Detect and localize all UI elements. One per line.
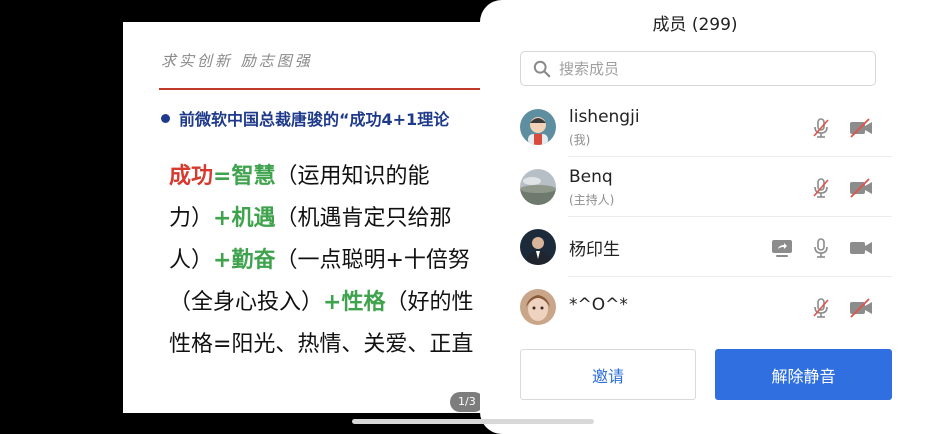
panel-title: 成员 (299) [652, 15, 738, 35]
camera-off-icon[interactable] [848, 117, 874, 139]
home-indicator[interactable] [352, 419, 594, 424]
slide-divider [159, 88, 498, 90]
member-name: Benq [569, 167, 613, 187]
slide-term-success: 成功 [169, 164, 214, 189]
slide-text: （全身心投入） [169, 290, 324, 315]
invite-button[interactable]: 邀请 [520, 349, 696, 400]
member-name: lishengji [569, 107, 640, 127]
search-input[interactable] [557, 58, 861, 79]
slide-line-4: （全身心投入）+性格（好的性 [169, 284, 473, 316]
bullet-dot-icon [161, 114, 170, 123]
avatar [520, 109, 556, 145]
slide-text: （运用知识的能 [275, 164, 430, 189]
slide-line-1: 成功=智慧（运用知识的能 [169, 158, 429, 190]
slide-term-opportunity: +机遇 [213, 206, 276, 231]
slide-equals: = [213, 164, 232, 189]
slide-line-2: 力）+机遇（机遇肯定只给那 [169, 200, 451, 232]
slide-text: 力） [169, 206, 214, 231]
mic-muted-icon[interactable] [810, 297, 832, 319]
member-name: *^O^* [569, 295, 628, 315]
slide-line-3: 人）+勤奋（一点聪明+十倍努 [169, 242, 470, 274]
search-icon [533, 60, 551, 77]
slide-text: （一点聪明+十倍努 [275, 248, 470, 273]
camera-off-icon[interactable] [848, 177, 874, 199]
camera-icon[interactable] [848, 237, 874, 259]
member-row[interactable]: *^O^* [520, 277, 892, 337]
screen-share-icon[interactable] [770, 237, 794, 259]
member-search-box[interactable] [520, 51, 876, 86]
slide-motto: 求实创新 励志图强 [161, 52, 313, 70]
slide-text: 人） [169, 248, 214, 273]
member-role: (我) [569, 133, 591, 147]
slide-term-wisdom: 智慧 [231, 164, 276, 189]
avatar [520, 169, 556, 205]
mic-icon[interactable] [810, 237, 832, 259]
slide-text: 性格=阳光、热情、关爱、正直 [169, 332, 474, 357]
unmute-all-button[interactable]: 解除静音 [715, 349, 892, 400]
slide-text: （好的性 [385, 290, 474, 315]
member-row[interactable]: lishengji (我) [520, 97, 892, 157]
slide-term-character: +性格 [323, 290, 386, 315]
shared-slide: 求实创新 励志图强 前微软中国总裁唐骏的“成功4+1理论 成功=智慧（运用知识的… [123, 22, 498, 413]
slide-text: （机遇肯定只给那 [275, 206, 452, 231]
camera-off-icon[interactable] [848, 297, 874, 319]
member-row[interactable]: Benq (主持人) [520, 157, 892, 217]
slide-bullet-text: 前微软中国总裁唐骏的“成功4+1理论 [179, 110, 450, 129]
members-panel: 成员 (299) lishengji (我) [480, 0, 943, 434]
slide-line-5: 性格=阳光、热情、关爱、正直 [169, 326, 473, 358]
mic-muted-icon[interactable] [810, 177, 832, 199]
member-row[interactable]: 杨印生 [520, 217, 892, 277]
mic-muted-icon[interactable] [810, 117, 832, 139]
member-role: (主持人) [569, 193, 615, 207]
slide-page-indicator: 1/3 [450, 392, 484, 412]
avatar [520, 229, 556, 265]
slide-term-diligence: +勤奋 [213, 248, 276, 273]
member-name: 杨印生 [569, 240, 620, 260]
avatar [520, 289, 556, 325]
